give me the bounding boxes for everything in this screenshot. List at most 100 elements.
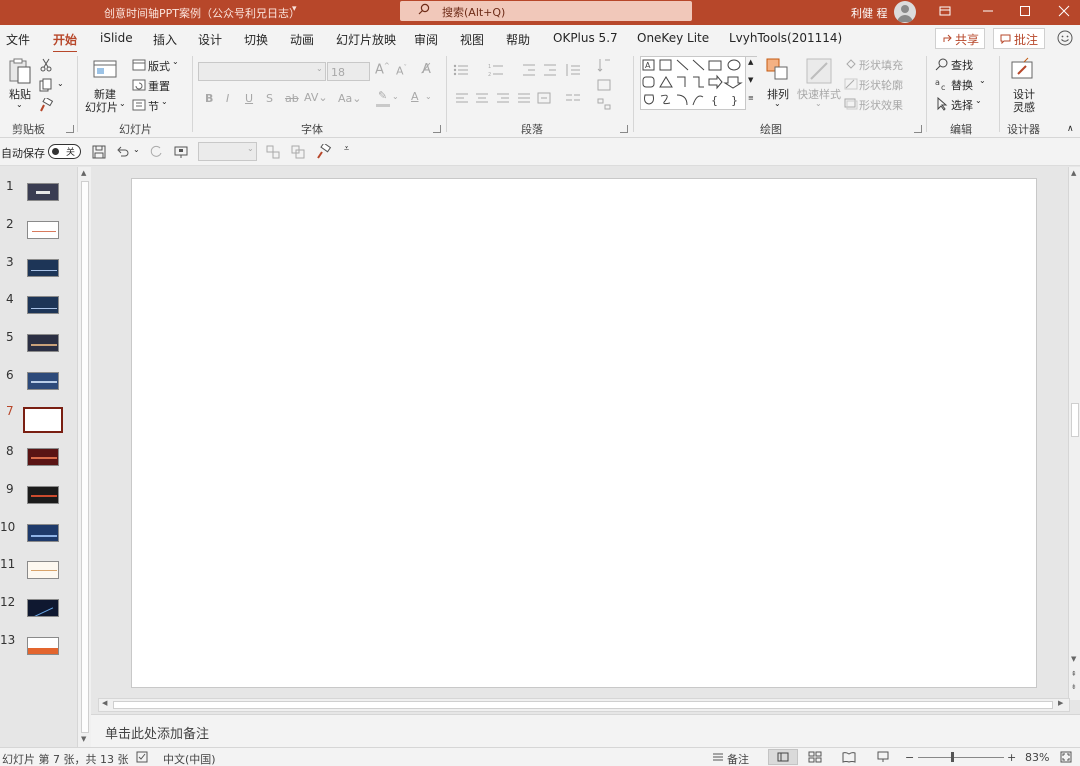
replace-icon[interactable]: ac <box>935 77 949 91</box>
ungroup-objects-icon[interactable] <box>291 145 305 159</box>
slide-sorter-icon[interactable] <box>808 751 822 763</box>
reset-icon[interactable] <box>132 79 146 91</box>
columns-icon[interactable] <box>565 92 581 104</box>
language-status[interactable]: 中文(中国) <box>163 751 216 766</box>
select-label[interactable]: 选择 <box>951 97 973 113</box>
tab-okplus[interactable]: OKPlus 5.7 <box>553 31 618 45</box>
customize-qat-icon[interactable]: ⩡ <box>344 144 349 154</box>
select-cursor-icon[interactable] <box>935 97 949 111</box>
new-slide-icon[interactable] <box>92 57 118 83</box>
copy-icon[interactable] <box>39 78 53 92</box>
distributed-icon[interactable] <box>537 92 551 104</box>
font-color-icon[interactable]: A <box>411 90 419 103</box>
notes-toggle-label[interactable]: 备注 <box>727 751 749 766</box>
slide-thumbnail-9[interactable] <box>27 486 59 504</box>
group-objects-icon[interactable] <box>266 145 280 159</box>
slide-thumbnail-12[interactable] <box>27 599 59 617</box>
paste-icon[interactable] <box>7 57 33 85</box>
redo-icon[interactable] <box>149 145 163 159</box>
shape-effects-label[interactable]: 形状效果 <box>859 97 903 113</box>
undo-icon[interactable] <box>116 145 130 159</box>
tab-insert[interactable]: 插入 <box>153 31 177 48</box>
shape-fill-icon[interactable] <box>844 58 858 70</box>
qat-select-dropdown-icon[interactable]: ⌄ <box>247 144 254 153</box>
shapes-up-icon[interactable]: ▲ <box>748 58 753 66</box>
strikethrough-icon[interactable]: ab <box>285 92 299 105</box>
scroll-up-icon[interactable]: ▲ <box>81 169 86 177</box>
bullets-icon[interactable] <box>453 63 469 77</box>
scroll-right-icon[interactable]: ▶ <box>1058 699 1063 707</box>
minimize-icon[interactable] <box>980 3 996 19</box>
search-box[interactable]: 搜索(Alt+Q) <box>400 1 692 21</box>
slide-thumbnail-3[interactable] <box>27 259 59 277</box>
clear-formatting-icon[interactable]: A̸ <box>422 62 431 77</box>
slide-thumbnail-1[interactable] <box>27 183 59 201</box>
numbering-icon[interactable]: 12 <box>488 63 504 77</box>
shape-outline-icon[interactable] <box>844 78 858 90</box>
clipboard-launcher-icon[interactable] <box>66 125 74 133</box>
font-name-dropdown-icon[interactable]: ⌄ <box>316 64 323 73</box>
presentation-icon[interactable] <box>174 145 188 159</box>
editor-scroll-up-icon[interactable]: ▲ <box>1071 169 1076 177</box>
tab-design[interactable]: 设计 <box>198 31 222 48</box>
tab-slideshow[interactable]: 幻灯片放映 <box>336 31 396 48</box>
replace-label[interactable]: 替换 <box>951 77 973 93</box>
arrange-dropdown-icon[interactable]: ⌄ <box>774 99 781 108</box>
quick-styles-dropdown-icon[interactable]: ⌄ <box>815 99 822 108</box>
zoom-out-icon[interactable]: − <box>905 751 914 764</box>
design-ideas-label-2[interactable]: 灵感 <box>1013 99 1035 115</box>
editor-scroll-thumb[interactable] <box>1071 403 1079 437</box>
text-direction-icon[interactable] <box>597 57 611 73</box>
previous-slide-icon[interactable]: ⇞ <box>1071 670 1077 678</box>
normal-view-button[interactable] <box>768 749 798 765</box>
select-dropdown-icon[interactable]: ⌄ <box>975 96 982 105</box>
slide-thumbnail-13[interactable] <box>27 637 59 655</box>
shapes-gallery[interactable]: A { } <box>640 56 757 110</box>
section-icon[interactable] <box>132 99 146 111</box>
shape-effects-icon[interactable] <box>844 98 858 110</box>
copy-dropdown-icon[interactable]: ⌄ <box>57 79 64 88</box>
reset-label[interactable]: 重置 <box>148 78 170 94</box>
editor-scroll-down-icon[interactable]: ▼ <box>1071 655 1076 663</box>
slide-thumbnail-2[interactable] <box>27 221 59 239</box>
tab-help[interactable]: 帮助 <box>506 31 530 48</box>
collapse-ribbon-icon[interactable]: ∧ <box>1067 124 1074 134</box>
scroll-left-icon[interactable]: ◀ <box>102 699 107 707</box>
tab-home[interactable]: 开始 <box>53 31 78 53</box>
increase-font-size-icon[interactable]: A^ <box>375 62 390 77</box>
paragraph-launcher-icon[interactable] <box>620 125 628 133</box>
fit-to-window-icon[interactable] <box>1060 751 1072 763</box>
font-color-dropdown-icon[interactable]: ⌄ <box>425 92 432 101</box>
close-icon[interactable] <box>1056 3 1072 19</box>
zoom-in-icon[interactable]: + <box>1007 751 1016 764</box>
arrange-icon[interactable] <box>765 57 791 85</box>
tab-islide[interactable]: iSlide <box>100 31 133 45</box>
bold-icon[interactable]: B <box>205 92 213 105</box>
font-launcher-icon[interactable] <box>433 125 441 133</box>
align-left-icon[interactable] <box>455 92 469 104</box>
design-ideas-icon[interactable] <box>1009 57 1035 83</box>
tab-file[interactable]: 文件 <box>6 31 30 48</box>
current-slide-canvas[interactable] <box>131 178 1037 688</box>
format-brush-icon[interactable] <box>316 144 332 160</box>
shapes-down-icon[interactable]: ▼ <box>748 76 753 84</box>
smartart-icon[interactable] <box>597 98 611 110</box>
slide-thumbnail-8[interactable] <box>27 448 59 466</box>
tab-lvyhtools[interactable]: LvyhTools(201114) <box>729 31 842 45</box>
autosave-toggle[interactable]: 关 <box>48 144 81 159</box>
shapes-more-icon[interactable]: ≡ <box>748 94 754 102</box>
undo-dropdown-icon[interactable]: ⌄ <box>133 145 140 154</box>
maximize-icon[interactable] <box>1017 3 1033 19</box>
accessibility-icon[interactable] <box>136 751 148 763</box>
align-center-icon[interactable] <box>475 92 489 104</box>
shapes-scroll[interactable]: ▲ ▼ ≡ <box>745 57 757 110</box>
horizontal-scroll-thumb[interactable] <box>113 701 1053 709</box>
font-name-select[interactable] <box>198 62 326 81</box>
thumbnails-scroll-thumb[interactable] <box>81 181 89 733</box>
line-spacing-icon[interactable] <box>565 63 581 77</box>
section-label[interactable]: 节 <box>148 98 159 114</box>
reading-view-icon[interactable] <box>842 751 856 763</box>
zoom-level[interactable]: 83% <box>1025 751 1049 764</box>
drawing-launcher-icon[interactable] <box>914 125 922 133</box>
justify-icon[interactable] <box>517 92 531 104</box>
